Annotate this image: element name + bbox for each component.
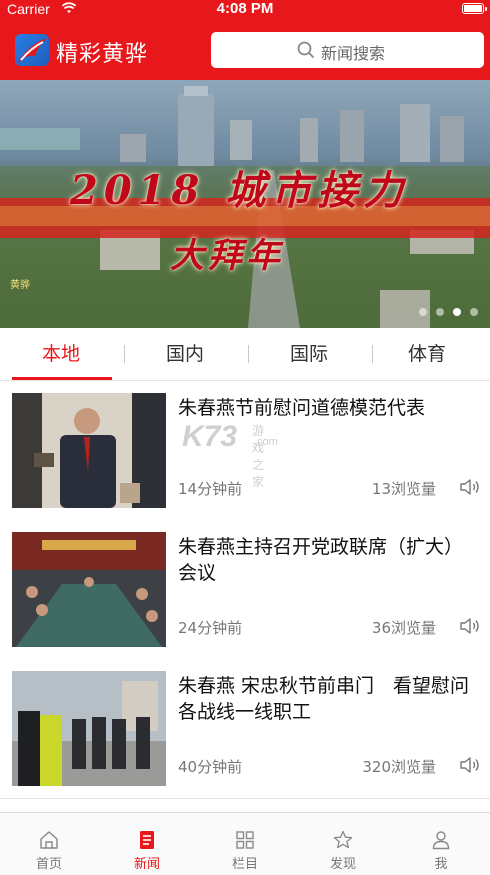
user-icon <box>432 831 450 850</box>
watermark-main: K73 <box>182 420 238 453</box>
status-bar: Carrier 4:08 PM <box>0 0 490 20</box>
bottom-tab-me[interactable]: 我 <box>392 813 490 875</box>
news-views: 36浏览量 <box>371 619 436 637</box>
active-tab-indicator <box>12 377 112 380</box>
search-icon <box>297 41 315 59</box>
news-time: 14分钟前 <box>178 480 243 498</box>
bottom-tab-label: 新闻 <box>133 857 160 872</box>
tab-international[interactable]: 国际 <box>248 328 370 380</box>
carousel-dot-active[interactable] <box>453 308 461 316</box>
banner-title: 2018 城市接力 <box>70 167 410 214</box>
bottom-tab-news[interactable]: 新闻 <box>98 813 196 875</box>
news-thumbnail <box>12 393 166 508</box>
news-views: 320浏览量 <box>362 758 436 776</box>
bottom-tab-label: 栏目 <box>231 857 258 872</box>
category-tabs: 本地 国内 国际 体育 <box>0 328 490 381</box>
star-icon <box>333 830 353 849</box>
bottom-tab-columns[interactable]: 栏目 <box>196 813 294 875</box>
search-placeholder: 新闻搜索 <box>321 44 386 63</box>
tab-local[interactable]: 本地 <box>0 328 122 380</box>
home-icon <box>40 831 58 849</box>
bottom-tab-label: 发现 <box>329 857 356 872</box>
news-title: 朱春燕 宋忠秋节前串门 看望慰问各战线一线职工 <box>178 675 470 723</box>
grid-icon <box>236 831 254 849</box>
news-title: 朱春燕主持召开党政联席（扩大）会议 <box>178 536 464 584</box>
tab-sports[interactable]: 体育 <box>366 328 488 380</box>
bottom-tab-home[interactable]: 首页 <box>0 813 98 875</box>
speaker-icon[interactable] <box>458 614 482 638</box>
banner-subtitle: 大拜年 <box>170 236 284 276</box>
app-logo-icon <box>15 34 49 66</box>
speaker-icon[interactable] <box>458 753 482 777</box>
news-time: 24分钟前 <box>178 619 243 637</box>
carousel-dot[interactable] <box>470 308 478 316</box>
carousel-dot[interactable] <box>436 308 444 316</box>
news-views: 13浏览量 <box>371 480 436 498</box>
speaker-icon[interactable] <box>458 475 482 499</box>
app-title: 精彩黄骅 <box>56 42 149 67</box>
search-input[interactable]: 新闻搜索 <box>211 32 484 68</box>
watermark-side-bottom: .com <box>254 436 278 448</box>
news-list-item[interactable]: 朱春燕主持召开党政联席（扩大）会议 24分钟前 36浏览量 <box>0 520 490 660</box>
watermark: K73 游戏之家 .com <box>182 420 278 489</box>
watermark-side-top: 游戏之家 <box>252 424 265 489</box>
news-thumbnail <box>12 671 166 786</box>
news-thumbnail <box>12 532 166 647</box>
bottom-tab-discover[interactable]: 发现 <box>294 813 392 875</box>
banner-carousel[interactable]: 2018 城市接力 大拜年 黄骅 <box>0 80 490 328</box>
clock: 4:08 PM <box>216 0 274 17</box>
carousel-dot[interactable] <box>419 308 427 316</box>
bottom-tab-bar: 首页 新闻 栏目 发现 我 <box>0 812 490 875</box>
battery-icon <box>462 3 487 14</box>
bottom-tab-label: 我 <box>434 857 448 872</box>
news-title: 朱春燕节前慰问道德模范代表 <box>178 397 426 419</box>
carousel-dots <box>419 308 478 316</box>
news-list-item[interactable]: 朱春燕节前慰问道德模范代表 14分钟前 13浏览量 <box>0 381 490 521</box>
news-time: 40分钟前 <box>178 758 243 776</box>
banner-seal: 黄骅 <box>10 280 30 291</box>
news-icon <box>140 831 154 849</box>
tab-domestic[interactable]: 国内 <box>124 328 246 380</box>
news-list-item[interactable]: 朱春燕 宋忠秋节前串门 看望慰问各战线一线职工 40分钟前 320浏览量 <box>0 659 490 799</box>
app-header: 精彩黄骅 新闻搜索 <box>0 20 490 80</box>
bottom-tab-label: 首页 <box>35 857 62 872</box>
